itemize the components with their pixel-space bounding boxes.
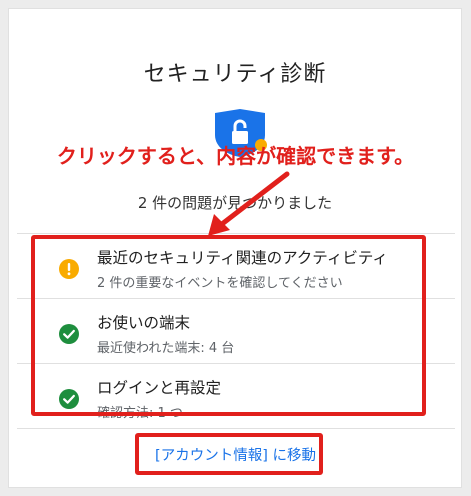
annotation-text: クリックすると、内容が確認できます。: [56, 144, 415, 168]
card-title: セキュリティ診断: [143, 62, 327, 87]
divider: [17, 428, 455, 429]
highlight-box-items: [31, 235, 426, 416]
highlight-box-link: [135, 433, 323, 475]
issues-summary: 2 件の問題が見つかりました: [137, 194, 333, 212]
